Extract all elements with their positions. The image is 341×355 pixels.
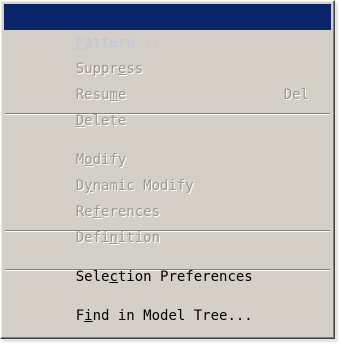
menu-item-pattern[interactable]: Pattern... [4, 4, 331, 51]
menu-item-definition[interactable]: Definition [4, 199, 331, 246]
menu-item-dynamic-modify[interactable]: Dynamic Modify [4, 147, 331, 194]
menu-item-find-in-model-tree[interactable]: Find in Model Tree... [4, 277, 331, 324]
menu-item-delete[interactable]: Delete Del [4, 82, 331, 129]
menu-item-references[interactable]: References [4, 173, 331, 220]
menu-item-shortcut: Del [283, 87, 309, 103]
menu-item-label: Find in Model Tree... [75, 308, 253, 324]
menu-item-resume[interactable]: Resume [4, 56, 331, 103]
menu-item-selection-preferences[interactable]: Selection Preferences [4, 238, 331, 285]
context-menu: Pattern... Suppress Resume Delete Del Mo… [0, 0, 335, 339]
menu-item-modify[interactable]: Modify [4, 121, 331, 168]
menu-item-suppress[interactable]: Suppress [4, 30, 331, 77]
